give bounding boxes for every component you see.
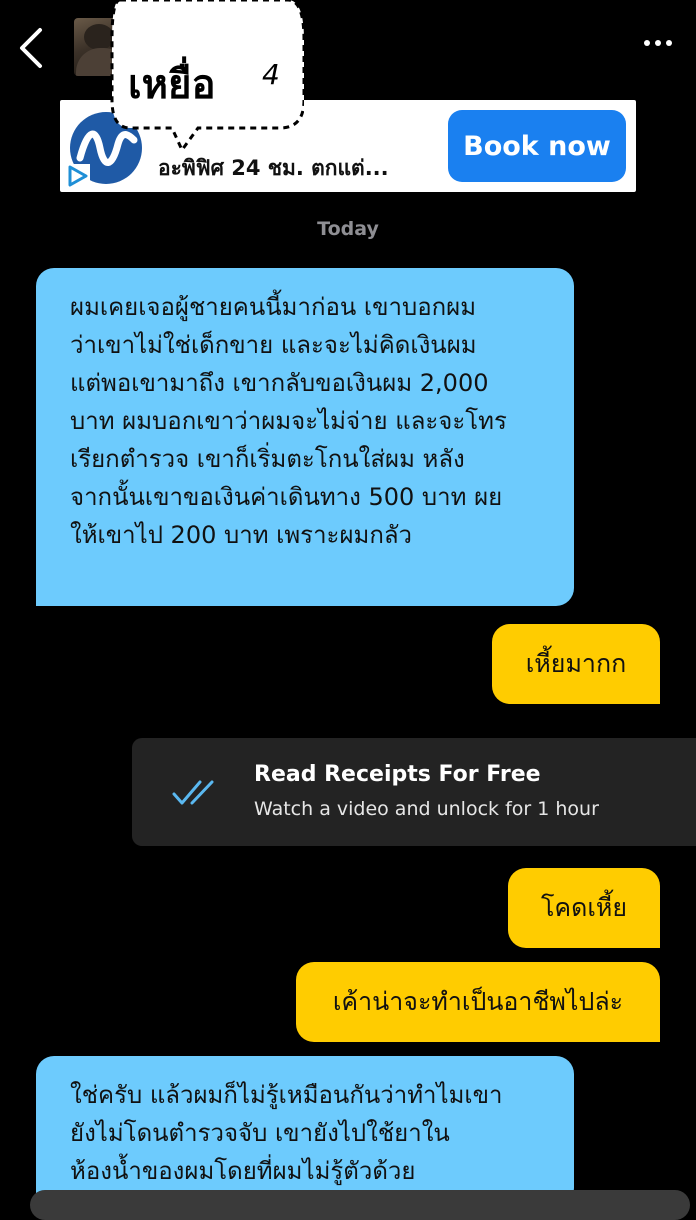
promo-title: Read Receipts For Free xyxy=(254,762,541,787)
message-incoming: ผมเคยเจอผู้ชายคนนี้มาก่อน เขาบอกผม ว่าเข… xyxy=(36,268,574,606)
message-line: ห้องน้ำของผมโดยที่ผมไม่รู้ตัวด้วย xyxy=(70,1157,416,1185)
bottom-bar xyxy=(30,1190,690,1220)
back-button[interactable] xyxy=(8,22,54,74)
message-line: ใช่ครับ แล้วผมก็ไม่รู้เหมือนกันว่าทำไมเข… xyxy=(70,1081,503,1109)
book-now-button[interactable]: Book now xyxy=(448,110,626,182)
message-outgoing: เหี้ยมากก xyxy=(492,624,660,704)
message-line: ยังไม่โดนตำรวจจับ เขายังไปใช้ยาใน xyxy=(70,1119,450,1147)
message-line: ให้เขาไป 200 บาท เพราะผมกลัว xyxy=(70,521,413,549)
chevron-left-icon xyxy=(20,28,42,68)
message-outgoing: เค้าน่าจะทำเป็นอาชีพไปล่ะ xyxy=(296,962,660,1042)
more-dots-icon[interactable] xyxy=(644,40,672,46)
double-check-icon xyxy=(172,780,214,805)
contact-name: เหยื่อ xyxy=(128,62,216,108)
message-line: จากนั้นเขาขอเงินค่าเดินทาง 500 บาท ผย xyxy=(70,483,503,511)
ad-choices-icon[interactable] xyxy=(64,164,90,188)
message-text: โคดเหี้ย xyxy=(540,893,628,922)
read-receipts-promo[interactable]: Read Receipts For Free Watch a video and… xyxy=(132,738,696,846)
message-text: เค้าน่าจะทำเป็นอาชีพไปล่ะ xyxy=(332,987,624,1016)
message-line: ว่าเขาไม่ใช่เด็กขาย และจะไม่คิดเงินผม xyxy=(70,331,477,359)
message-incoming: ใช่ครับ แล้วผมก็ไม่รู้เหมือนกันว่าทำไมเข… xyxy=(36,1056,574,1206)
message-line: บาท ผมบอกเขาว่าผมจะไม่จ่าย และจะโทร xyxy=(70,407,507,435)
message-outgoing: โคดเหี้ย xyxy=(508,868,660,948)
message-line: แต่พอเขามาถึง เขากลับขอเงินผม 2,000 xyxy=(70,369,489,397)
ad-text: อะพิฟิศ 24 ชม. ตกแต่... xyxy=(158,156,389,180)
message-text: เหี้ยมากก xyxy=(525,649,627,678)
message-line: เรียกตำรวจ เขาก็เริ่มตะโกนใส่ผม หลัง xyxy=(70,445,465,473)
name-suffix-mark: 4 xyxy=(262,58,280,91)
date-separator: Today xyxy=(317,218,379,240)
promo-subtitle: Watch a video and unlock for 1 hour xyxy=(254,798,599,820)
message-line: ผมเคยเจอผู้ชายคนนี้มาก่อน เขาบอกผม xyxy=(70,293,477,321)
